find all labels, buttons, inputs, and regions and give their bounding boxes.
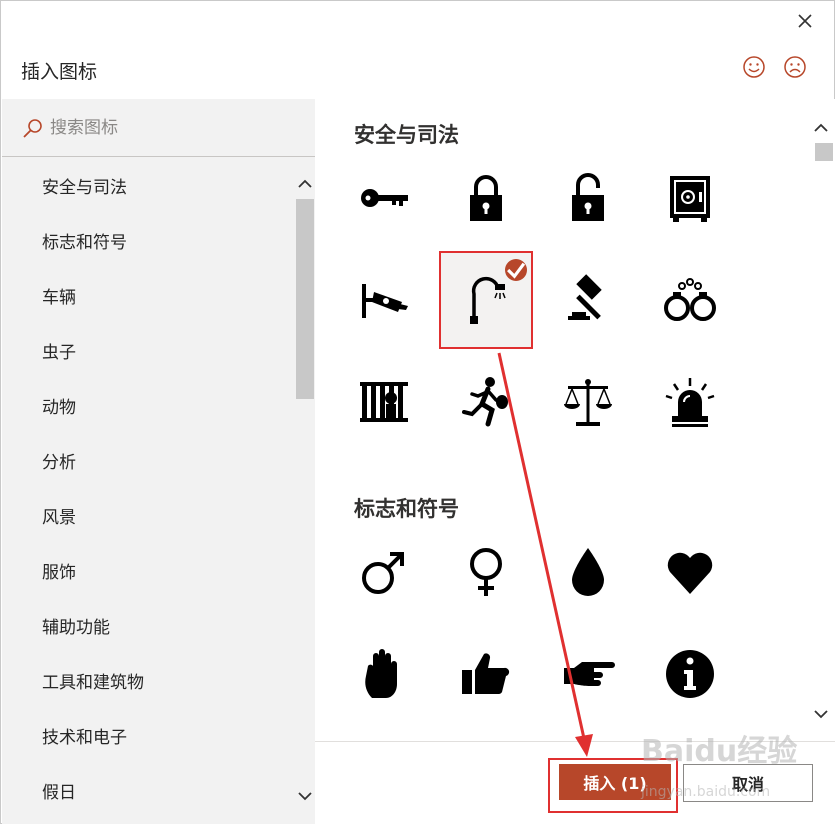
cancel-button[interactable]: 取消 (683, 764, 813, 802)
gallery-scroll-up-icon[interactable] (812, 119, 830, 137)
icon-tile-lock[interactable] (439, 149, 533, 247)
sidebar-item-holidays[interactable]: 假日 (42, 778, 76, 808)
sidebar-item-security-justice[interactable]: 安全与司法 (42, 173, 127, 203)
sad-face-icon (784, 56, 806, 78)
lock-icon (470, 175, 502, 221)
icon-tile-thumbs-up[interactable] (439, 625, 533, 723)
icon-tile-unlock[interactable] (541, 149, 635, 247)
icon-tile-handcuffs[interactable] (643, 251, 737, 349)
sidebar-scroll-down-icon[interactable] (296, 787, 314, 805)
icon-tile-heart[interactable] (643, 523, 737, 621)
section-title-security: 安全与司法 (354, 123, 459, 147)
icon-tile-running-thief[interactable] (439, 353, 533, 451)
female-symbol-icon (470, 548, 502, 596)
search-input[interactable] (50, 111, 290, 145)
jail-icon (360, 382, 408, 422)
sidebar-item-apparel[interactable]: 服饰 (42, 558, 76, 588)
pointing-hand-icon (564, 662, 615, 686)
scales-of-justice-icon (564, 379, 612, 426)
info-icon (666, 650, 714, 698)
handcuffs-icon (664, 278, 716, 321)
sidebar-item-bugs[interactable]: 虫子 (42, 338, 76, 368)
running-thief-icon (462, 377, 508, 427)
icon-tile-street-light[interactable] (439, 251, 533, 349)
sidebar-item-technology[interactable]: 技术和电子 (42, 723, 127, 753)
close-icon (798, 14, 812, 28)
icon-tile-female-symbol[interactable] (439, 523, 533, 621)
search-icon (23, 119, 42, 138)
icon-tile-key[interactable] (337, 149, 431, 247)
heart-icon (667, 552, 713, 594)
dialog-footer: 插入 (1) 取消 (315, 741, 835, 824)
icon-tile-siren[interactable] (643, 353, 737, 451)
insert-button[interactable]: 插入 (1) (559, 764, 671, 800)
security-camera-icon (362, 284, 408, 318)
sidebar-item-vehicles[interactable]: 车辆 (42, 283, 76, 313)
dialog-title: 插入图标 (21, 61, 98, 83)
icon-tile-male-symbol[interactable] (337, 523, 431, 621)
unlock-icon (572, 173, 604, 221)
gallery-scroll-down-icon[interactable] (812, 705, 830, 723)
drop-icon (572, 548, 604, 596)
sidebar-item-accessibility[interactable]: 辅助功能 (42, 613, 110, 643)
checkmark-icon (507, 262, 526, 279)
insert-icons-dialog: 插入图标 安全与司法 标志和符号 车辆 虫子 动物 分析 风景 服饰 辅助功能 … (0, 0, 835, 824)
sidebar-scroll-up-icon[interactable] (296, 175, 314, 193)
sidebar-item-analytics[interactable]: 分析 (42, 448, 76, 478)
search-box (2, 99, 315, 157)
icon-gallery: 安全与司法 标志和符号 (315, 99, 835, 741)
sidebar-item-animals[interactable]: 动物 (42, 393, 76, 423)
category-sidebar: 安全与司法 标志和符号 车辆 虫子 动物 分析 风景 服饰 辅助功能 工具和建筑… (2, 99, 315, 824)
gavel-icon (568, 274, 602, 320)
key-icon (361, 189, 408, 207)
smiley-face-icon (743, 56, 765, 78)
hand-stop-icon (365, 649, 397, 698)
close-button[interactable] (793, 9, 817, 33)
thumbs-up-icon (462, 653, 510, 695)
icon-tile-gavel[interactable] (541, 251, 635, 349)
feedback-negative-button[interactable] (783, 55, 807, 79)
sidebar-scrollbar-thumb[interactable] (296, 199, 314, 399)
icon-tile-jail[interactable] (337, 353, 431, 451)
icon-tile-hand-stop[interactable] (337, 625, 431, 723)
icon-tile-safe[interactable] (643, 149, 737, 247)
icon-tile-info[interactable] (643, 625, 737, 723)
section-title-signs: 标志和符号 (354, 497, 459, 521)
siren-icon (665, 378, 715, 427)
feedback-positive-button[interactable] (742, 55, 766, 79)
selected-check-badge (505, 259, 527, 281)
icon-tile-scales-of-justice[interactable] (541, 353, 635, 451)
icon-tile-drop[interactable] (541, 523, 635, 621)
gallery-scrollbar-thumb[interactable] (815, 143, 833, 161)
icon-tile-security-camera[interactable] (337, 251, 431, 349)
sidebar-item-landscape[interactable]: 风景 (42, 503, 76, 533)
safe-icon (670, 176, 710, 222)
sidebar-item-signs-symbols[interactable]: 标志和符号 (42, 228, 127, 258)
icon-tile-pointing-hand[interactable] (541, 625, 635, 723)
male-symbol-icon (362, 552, 404, 594)
sidebar-item-tools-buildings[interactable]: 工具和建筑物 (42, 668, 144, 698)
